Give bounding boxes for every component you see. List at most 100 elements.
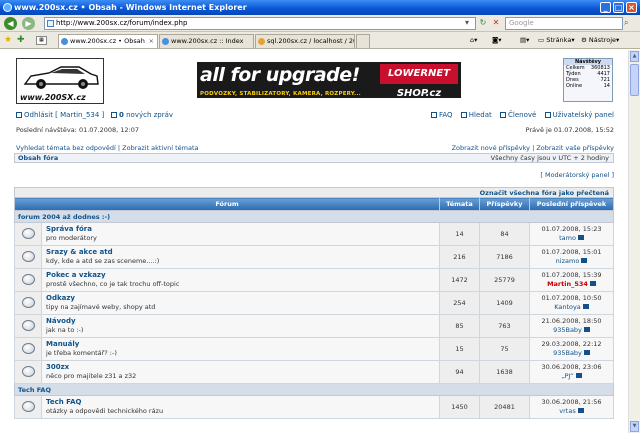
url-text: http://www.200sx.cz/forum/index.php (56, 19, 188, 27)
faq-icon (431, 112, 437, 118)
last-post-date: 30.06.2008, 23:06 (541, 363, 602, 371)
go-to-post-icon[interactable] (583, 350, 590, 355)
user-panel-link[interactable]: Uživatelský panel (544, 111, 614, 119)
forum-info: Srazy & akce atd kdy, kde a atd se zas sc… (41, 245, 440, 269)
page-menu-label: Stránka (546, 36, 572, 44)
forum-posts: 84 (479, 222, 530, 246)
back-icon[interactable]: ◀ (4, 17, 17, 30)
forum-bubble-icon (21, 342, 35, 354)
forum-info: Tech FAQ otázky a odpovědi technického rá… (41, 395, 440, 419)
forum-name[interactable]: Pokec a vzkazy (46, 271, 439, 280)
last-post-user[interactable]: 935Baby (553, 349, 582, 357)
address-bar: ◀ ▶ http://www.200sx.cz/forum/index.php … (0, 15, 640, 32)
tab-label: www.200sx.cz • Obsah (70, 37, 145, 45)
last-post-user[interactable]: 935Baby (553, 326, 582, 334)
search-links-left[interactable]: Vyhledat témata bez odpovědí | Zobrazit … (16, 144, 199, 152)
feeds-icon[interactable]: ◙▾ (492, 35, 502, 46)
moderator-panel-link[interactable]: [ Moderátorský panel ] (540, 171, 614, 179)
go-to-post-icon[interactable] (577, 235, 584, 240)
ad-banner[interactable]: all for upgrade! LOWERNET SHOP.cz PODVOZ… (197, 62, 461, 98)
last-post-date: 01.07.2008, 10:50 (541, 294, 602, 302)
forward-icon[interactable]: ▶ (22, 17, 35, 30)
stop-icon[interactable]: ✕ (491, 18, 501, 28)
vertical-scrollbar[interactable]: ▲ ▼ (628, 50, 640, 433)
forum-posts: 1409 (479, 291, 530, 315)
forum-last-post: 01.07.2008, 15:39 Martin_534 (529, 268, 614, 292)
home-icon[interactable]: ⌂▾ (470, 35, 477, 46)
tab-sql[interactable]: sql.200sx.cz / localhost / 200... (255, 34, 355, 48)
scroll-down-icon[interactable]: ▼ (630, 421, 639, 432)
add-favorite-icon[interactable]: ✚ (17, 35, 25, 45)
last-post-user[interactable]: Kantoya (554, 303, 581, 311)
page-menu[interactable]: ▭ Stránka▾ (538, 35, 575, 46)
members-icon (500, 112, 507, 118)
quick-tabs-icon[interactable]: ▦ (36, 36, 47, 45)
url-field[interactable]: http://www.200sx.cz/forum/index.php (44, 17, 476, 30)
go-to-post-icon[interactable] (575, 373, 582, 378)
forum-bubble-icon (21, 319, 35, 331)
forum-bubble-icon (21, 365, 35, 377)
page-icon (47, 20, 54, 27)
forum-desc: něco pro majitele z31 a z32 (46, 372, 137, 380)
print-icon[interactable]: ▤▾ (520, 35, 529, 46)
favorites-star-icon[interactable]: ★ (4, 35, 12, 45)
pm-link[interactable]: 0 nových zpráv (119, 111, 173, 119)
last-post-user[interactable]: nizamo (556, 257, 580, 265)
members-link[interactable]: Členové (500, 111, 536, 119)
logout-link[interactable]: Odhlásit [ Martin_534 ] (24, 111, 104, 119)
forum-name[interactable]: Správa fóra (46, 225, 439, 234)
minimize-button[interactable]: _ (600, 2, 611, 13)
forum-topics: 216 (439, 245, 480, 269)
go-to-post-icon[interactable] (589, 281, 596, 286)
breadcrumb[interactable]: Obsah fóra (18, 154, 58, 162)
forum-topics: 254 (439, 291, 480, 315)
last-post-date: 01.07.2008, 15:39 (541, 271, 602, 279)
scroll-thumb[interactable] (630, 64, 639, 96)
tools-menu[interactable]: ⚙ Nástroje▾ (581, 35, 619, 46)
forum-bubble-icon (21, 250, 35, 262)
go-to-post-icon[interactable] (581, 258, 588, 263)
search-input[interactable]: Google (505, 17, 623, 30)
tab-label: www.200sx.cz :: Index (171, 37, 244, 45)
dropdown-icon[interactable]: ▾ (462, 18, 472, 28)
last-post-user[interactable]: tamo (559, 234, 576, 242)
site-logo[interactable]: www.200SX.cz (16, 58, 104, 104)
category-name[interactable]: forum 2004 až dodnes :-) (14, 210, 614, 223)
maximize-button[interactable]: □ (613, 2, 624, 13)
forum-status-cell (14, 395, 42, 419)
search-icon[interactable]: ⌕ (624, 18, 635, 29)
forum-name[interactable]: 300zx (46, 363, 439, 372)
last-post-user[interactable]: vrtas (559, 407, 575, 415)
forum-name[interactable]: Manuály (46, 340, 439, 349)
go-to-post-icon[interactable] (583, 327, 590, 332)
scroll-up-icon[interactable]: ▲ (630, 51, 639, 62)
tab-index[interactable]: www.200sx.cz :: Index (159, 34, 254, 48)
last-post-user[interactable]: „PJ“ (561, 372, 573, 380)
user-panel-label: Uživatelský panel (552, 111, 614, 119)
stats-row: Online 14 (564, 83, 612, 89)
forum-posts: 1638 (479, 360, 530, 384)
forum-name[interactable]: Odkazy (46, 294, 439, 303)
forum-status-cell (14, 314, 42, 338)
forum-name[interactable]: Tech FAQ (46, 398, 439, 407)
refresh-icon[interactable]: ↻ (478, 18, 488, 28)
search-links-right[interactable]: Zobrazit nové příspěvky | Zobrazit vaše … (452, 144, 614, 152)
banner-main-text: all for upgrade! (200, 64, 360, 86)
category-row: forum 2004 až dodnes :-) (14, 210, 614, 223)
new-tab-button[interactable] (356, 34, 370, 48)
close-tab-icon[interactable]: × (149, 35, 154, 48)
forum-name[interactable]: Návody (46, 317, 439, 326)
category-name[interactable]: Tech FAQ (14, 383, 614, 396)
search-link[interactable]: Hledat (460, 111, 492, 119)
mark-read-link[interactable]: Označit všechna fóra jako přečtená (15, 188, 614, 198)
last-post-user[interactable]: Martin_534 (547, 280, 588, 288)
forum-last-post: 30.06.2008, 23:06 „PJ“ (529, 360, 614, 384)
forum-bubble-icon (21, 400, 35, 412)
go-to-post-icon[interactable] (582, 304, 589, 309)
tab-obsah[interactable]: www.200sx.cz • Obsah × (58, 34, 158, 48)
forum-name[interactable]: Srazy & akce atd (46, 248, 439, 257)
forum-desc: kdy, kde a atd se zas sceneme....:) (46, 257, 160, 265)
go-to-post-icon[interactable] (577, 408, 584, 413)
close-button[interactable]: × (626, 2, 637, 13)
faq-link[interactable]: FAQ (431, 111, 453, 119)
